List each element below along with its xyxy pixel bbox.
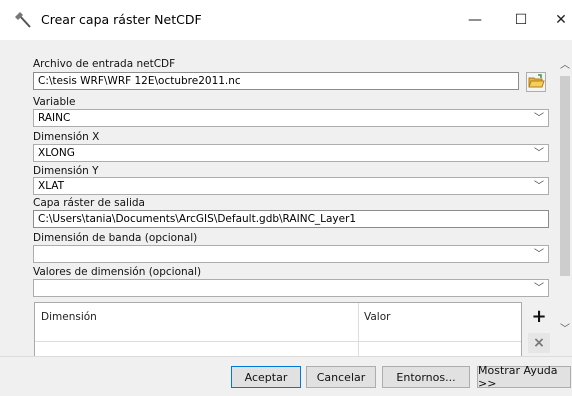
input-file-value: C:\tesis WRF\WRF 12E\octubre2011.nc [38,75,241,87]
variable-value: RAINC [38,112,71,124]
dim-y-label: Dimensión Y [33,165,99,177]
minimize-button[interactable]: — [452,6,498,34]
variable-select[interactable]: RAINC ﹀ [33,109,549,127]
close-button[interactable]: ✕ [538,6,572,34]
variable-label: Variable [33,96,76,108]
remove-row-button[interactable]: × [528,333,550,353]
tool-dialog: Crear capa ráster NetCDF — ☐ ✕ Archivo d… [0,0,572,396]
browse-input-button[interactable] [526,72,546,92]
chevron-down-icon: ﹀ [534,148,544,159]
chevron-down-icon: ﹀ [534,249,544,260]
row-divider [35,341,521,342]
chevron-down-icon: ﹀ [534,113,544,124]
window-title: Crear capa ráster NetCDF [41,12,202,27]
column-header-dimension: Dimensión [41,311,97,323]
dim-y-value: XLAT [38,180,65,192]
vertical-scrollbar[interactable]: ︿ ﹀ [558,46,572,358]
output-field[interactable]: C:\Users\tania\Documents\ArcGIS\Default.… [33,210,549,228]
add-row-button[interactable]: + [528,305,550,327]
dim-x-value: XLONG [38,147,75,159]
hammer-icon [13,10,33,30]
button-bar: Aceptar Cancelar Entornos... Mostrar Ayu… [0,356,572,396]
column-divider [358,303,359,357]
plus-icon: + [531,305,547,327]
scroll-down-icon[interactable]: ﹀ [560,320,570,335]
band-dim-label: Dimensión de banda (opcional) [33,232,198,244]
dim-x-select[interactable]: XLONG ﹀ [33,144,549,162]
scroll-up-icon[interactable]: ︿ [560,56,570,71]
chevron-down-icon: ﹀ [534,283,544,294]
dim-values-label: Valores de dimensión (opcional) [33,266,202,278]
dimension-values-table[interactable]: Dimensión Valor [34,302,522,358]
dim-values-select[interactable]: ﹀ [33,279,549,297]
output-label: Capa ráster de salida [33,197,145,209]
scroll-thumb[interactable] [560,76,570,276]
dim-x-label: Dimensión X [33,131,100,143]
ok-button[interactable]: Aceptar [231,366,301,388]
x-icon: × [533,335,545,351]
input-file-field[interactable]: C:\tesis WRF\WRF 12E\octubre2011.nc [33,72,519,90]
output-value: C:\Users\tania\Documents\ArcGIS\Default.… [38,213,357,225]
show-help-button[interactable]: Mostrar Ayuda >> [477,364,571,390]
band-dim-select[interactable]: ﹀ [33,245,549,263]
column-header-value: Valor [364,311,391,323]
environments-button[interactable]: Entornos... [382,366,470,388]
input-file-label: Archivo de entrada netCDF [33,58,176,70]
title-bar: Crear capa ráster NetCDF — ☐ ✕ [0,0,572,40]
dim-y-select[interactable]: XLAT ﹀ [33,177,549,195]
chevron-down-icon: ﹀ [534,181,544,192]
open-folder-icon [528,74,545,88]
cancel-button[interactable]: Cancelar [306,366,376,388]
